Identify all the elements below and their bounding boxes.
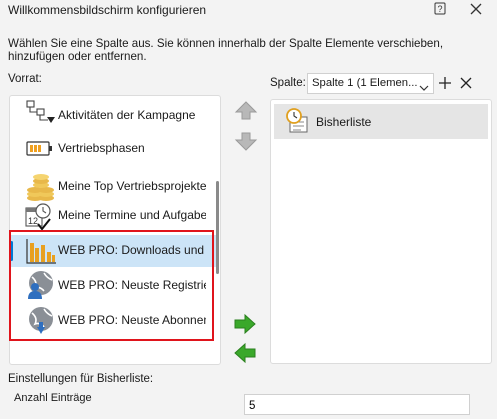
- list-item-label: Aktivitäten der Kampagne: [58, 108, 196, 122]
- list-item[interactable]: Meine Top Vertriebsprojekte: [10, 171, 216, 203]
- arrow-left-icon: [234, 342, 256, 364]
- calendar-clock-icon: 12: [24, 200, 58, 232]
- move-up-button[interactable]: [232, 99, 260, 121]
- list-item-label: Meine Termine und Aufgaben: [58, 208, 206, 222]
- svg-text:?: ?: [437, 4, 442, 14]
- spalte-item-label: Bisherliste: [316, 115, 372, 129]
- list-item-label: Meine Top Vertriebsprojekte: [58, 179, 206, 193]
- anzahl-label: Anzahl Einträge: [14, 392, 92, 404]
- highlight-box: [9, 230, 214, 341]
- remove-column-button[interactable]: [459, 76, 473, 90]
- battery-icon: [24, 133, 58, 165]
- close-icon: [470, 3, 482, 15]
- remove-from-column-button[interactable]: [232, 342, 258, 364]
- window-title: Willkommensbildschirm konfigurieren: [8, 3, 207, 17]
- help-icon: ?: [434, 2, 446, 15]
- list-item-label: Vertriebsphasen: [58, 141, 145, 155]
- close-button[interactable]: [467, 0, 485, 18]
- clock-list-icon: [286, 108, 308, 134]
- arrow-right-icon: [234, 313, 256, 335]
- column-select[interactable]: Spalte 1 (1 Elemen...: [307, 73, 434, 94]
- spalte-list-item[interactable]: Bisherliste: [274, 104, 488, 139]
- workflow-icon: [24, 100, 58, 132]
- anzahl-input[interactable]: [244, 394, 470, 415]
- description-text: Wählen Sie eine Spalte aus. Sie können i…: [8, 37, 444, 63]
- coins-icon: [24, 171, 58, 203]
- move-down-button[interactable]: [232, 130, 260, 152]
- arrow-up-icon: [234, 101, 258, 120]
- list-item[interactable]: 12 Meine Termine und Aufgaben: [10, 200, 216, 232]
- spalte-label: Spalte:: [270, 77, 306, 89]
- settings-label: Einstellungen für Bisherliste:: [8, 373, 154, 385]
- list-item[interactable]: Vertriebsphasen: [10, 133, 216, 165]
- svg-text:12: 12: [28, 216, 38, 226]
- arrow-down-icon: [234, 132, 258, 151]
- chevron-down-icon[interactable]: [419, 79, 429, 91]
- vorrat-scrollbar[interactable]: [216, 181, 219, 274]
- x-icon: [460, 77, 472, 89]
- list-item[interactable]: Aktivitäten der Kampagne: [10, 100, 216, 132]
- plus-icon: [439, 77, 451, 89]
- vorrat-label: Vorrat:: [8, 73, 42, 85]
- add-to-column-button[interactable]: [232, 313, 258, 335]
- add-column-button[interactable]: [437, 75, 453, 91]
- help-button[interactable]: ?: [432, 1, 450, 17]
